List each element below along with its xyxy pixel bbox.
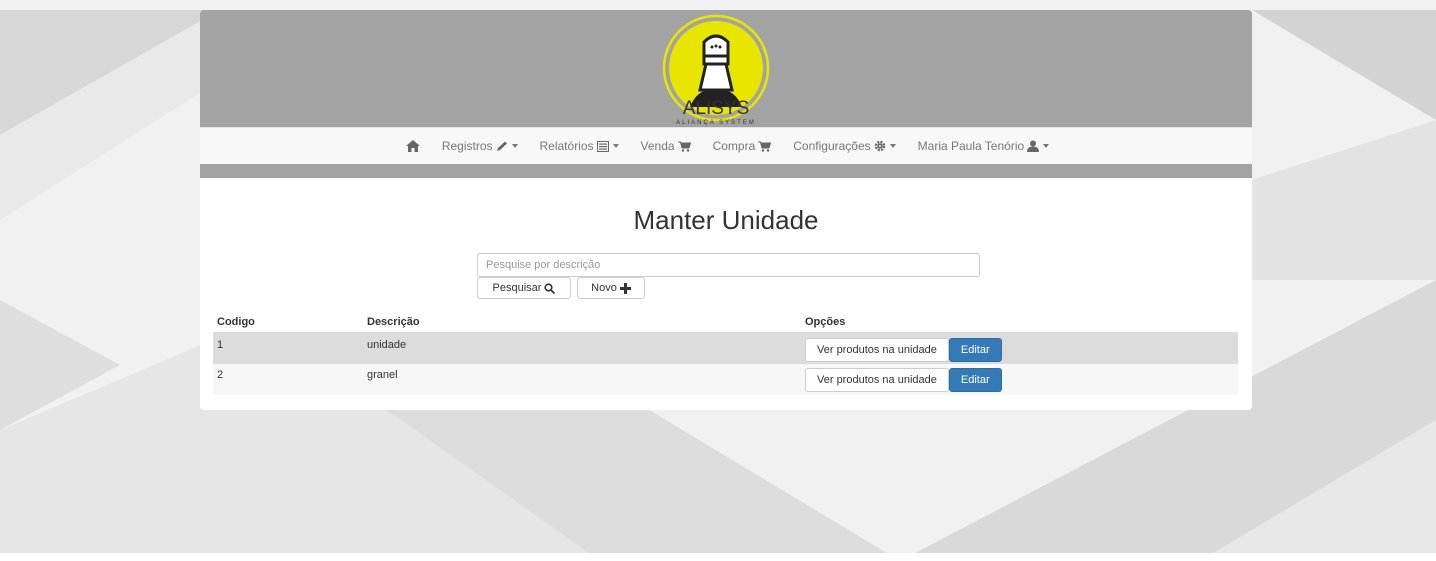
cell-opcoes: Ver produtos na unidade Editar <box>801 333 1238 364</box>
nav-home[interactable] <box>392 128 431 164</box>
nav-configuracoes[interactable]: Configurações <box>782 128 906 164</box>
col-header-codigo: Codigo <box>213 312 363 334</box>
brand-name: ALISYS <box>683 98 750 119</box>
search-input[interactable] <box>477 253 980 277</box>
nav-compra-label: Compra <box>712 139 756 153</box>
page-title: Manter Unidade <box>633 205 819 236</box>
cell-opcoes: Ver produtos na unidade Editar <box>801 364 1238 395</box>
nav-registros-label: Registros <box>441 139 493 153</box>
pencil-icon <box>496 141 507 151</box>
table-header-row: Codigo Descrição Opções <box>213 312 1238 334</box>
nav-configuracoes-label: Configurações <box>793 139 871 153</box>
col-header-opcoes: Opções <box>801 312 1238 334</box>
table-row: 1 unidade Ver produtos na unidade Editar <box>213 333 1238 364</box>
cart-icon <box>758 141 772 152</box>
chevron-down-icon <box>612 144 619 148</box>
search-icon <box>544 282 556 294</box>
cell-descricao: unidade <box>363 333 801 364</box>
main-navbar: Registros Relatórios Venda Compra Config… <box>200 127 1252 165</box>
gear-icon <box>874 140 885 152</box>
search-button[interactable]: Pesquisar <box>477 277 571 299</box>
chevron-down-icon <box>511 144 518 148</box>
edit-button[interactable]: Editar <box>948 338 1002 362</box>
search-button-label: Pesquisar <box>492 282 542 294</box>
nav-registros[interactable]: Registros <box>431 128 529 164</box>
nav-user-menu[interactable]: Maria Paula Tenório <box>907 128 1061 164</box>
units-table: Codigo Descrição Opções 1 unidade Ver pr… <box>213 312 1238 395</box>
alisys-logo[interactable]: ALISYS ALIANÇA SYSTEM <box>660 12 772 130</box>
edit-button[interactable]: Editar <box>948 368 1002 392</box>
user-icon <box>1027 140 1040 152</box>
cell-codigo: 1 <box>213 333 363 364</box>
content-panel: Manter Unidade Pesquisar Novo Codigo Des… <box>200 178 1252 410</box>
table-row: 2 granel Ver produtos na unidade Editar <box>213 364 1238 395</box>
new-button[interactable]: Novo <box>577 277 645 299</box>
brand-tagline: ALIANÇA SYSTEM <box>676 120 756 126</box>
cart-icon <box>677 141 691 152</box>
nav-relatorios[interactable]: Relatórios <box>529 128 630 164</box>
view-products-button[interactable]: Ver produtos na unidade <box>805 338 949 362</box>
header-bottom-bar <box>200 164 1252 178</box>
chevron-down-icon <box>889 144 896 148</box>
nav-relatorios-label: Relatórios <box>539 139 594 153</box>
plus-icon <box>619 282 631 294</box>
home-icon <box>405 140 420 152</box>
nav-compra[interactable]: Compra <box>702 128 783 164</box>
nav-venda-label: Venda <box>640 139 675 153</box>
header-banner: ALISYS ALIANÇA SYSTEM Registros Relatóri… <box>200 10 1252 178</box>
cell-descricao: granel <box>363 364 801 395</box>
cell-codigo: 2 <box>213 364 363 395</box>
col-header-descricao: Descrição <box>363 312 801 334</box>
nav-user-label: Maria Paula Tenório <box>917 139 1025 153</box>
list-icon <box>596 140 609 152</box>
chevron-down-icon <box>1043 144 1050 148</box>
new-button-label: Novo <box>591 282 617 294</box>
nav-venda[interactable]: Venda <box>630 128 702 164</box>
view-products-button[interactable]: Ver produtos na unidade <box>805 368 949 392</box>
main-container: ALISYS ALIANÇA SYSTEM Registros Relatóri… <box>200 10 1252 410</box>
